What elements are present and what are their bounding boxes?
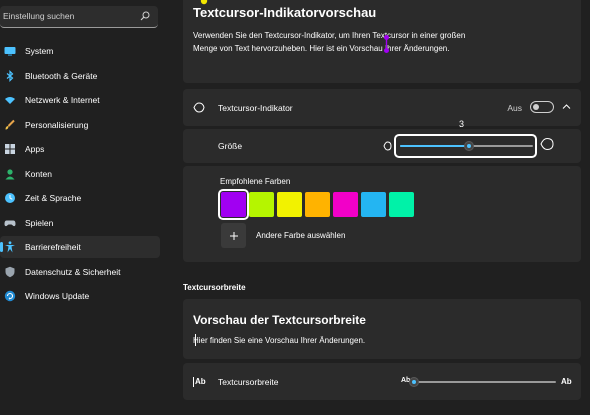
main-content: Textcursor-Indikatorvorschau Verwenden S… [183,0,581,415]
add-color-label[interactable]: Andere Farbe auswählen [256,231,345,240]
text-cursor-indicator-icon [384,35,389,53]
sidebar-item-label: System [25,46,54,56]
size-slider-value: 3 [459,119,465,129]
text-cursor-indicator-preview-card: Textcursor-Indikatorvorschau Verwenden S… [183,0,581,83]
globe-clock-icon [5,193,15,203]
preview-text: Verwenden Sie den Textcursor-Indikator, … [193,31,466,53]
indicator-label: Textcursor-Indikator [218,103,293,113]
gamepad-icon [4,220,16,226]
person-icon [5,168,15,179]
width-section-heading: Textcursorbreite [183,283,246,292]
sidebar-item-windows-update[interactable]: Windows Update [0,285,160,307]
width-preview-title: Vorschau der Textcursorbreite [193,313,366,327]
sidebar-item-time-language[interactable]: Zeit & Sprache [0,187,160,209]
sidebar-item-label: Personalisierung [25,119,89,130]
search-icon[interactable] [140,11,150,21]
shield-icon [5,266,15,277]
sidebar-item-label: Barrierefreiheit [25,242,81,252]
toggle-state-label: Aus [507,103,522,113]
cursor-width-slider-thumb[interactable] [409,377,419,387]
sidebar-item-label: Konten [25,168,52,179]
sidebar-item-label: Apps [25,144,45,154]
sidebar-item-system[interactable]: System [0,40,160,62]
sidebar-item-privacy-security[interactable]: Datenschutz & Sicherheit [0,261,160,283]
size-slider-fill [400,145,470,147]
chevron-up-icon[interactable] [562,103,571,110]
sidebar-item-accounts[interactable]: Konten [0,163,160,185]
cursor-width-slider[interactable] [409,377,556,387]
color-swatch[interactable] [218,189,249,220]
accessibility-icon [5,241,15,253]
plus-icon [229,231,238,240]
sidebar-item-bluetooth[interactable]: Bluetooth & Geräte [0,65,160,87]
sidebar-item-label: Netzwerk & Internet [25,95,100,105]
width-preview-text: Hier finden Sie eine Vorschau Ihrer Ände… [193,336,366,345]
color-swatch[interactable] [333,192,358,217]
color-swatch[interactable] [249,192,274,217]
text-cursor-width-icon: Ab [193,377,206,387]
sidebar-item-label: Zeit & Sprache [25,193,82,203]
sidebar-item-accessibility[interactable]: Barrierefreiheit [0,236,160,258]
monitor-icon [4,47,16,56]
apps-icon [5,144,15,154]
color-swatch[interactable] [277,192,302,217]
cursor-width-row: Ab Textcursorbreite Ab Ab [183,363,581,400]
size-slider-focus-box [394,134,537,158]
search-input[interactable] [0,6,140,26]
recommended-colors-label: Empfohlene Farben [220,177,291,186]
thick-cursor-icon: Ab [561,377,572,386]
toggle-knob [533,104,539,110]
color-swatch[interactable] [361,192,386,217]
sidebar-item-personalization[interactable]: Personalisierung [0,114,160,136]
sidebar-item-label: Bluetooth & Geräte [25,70,98,81]
sidebar-item-network[interactable]: Netzwerk & Internet [0,89,160,111]
recommended-colors-card: Empfohlene Farben Andere Farbe auswählen [183,166,581,262]
search-box[interactable] [0,6,158,28]
indicator-drop-icon [193,102,205,113]
large-indicator-icon [540,137,554,151]
update-icon [4,290,16,302]
size-slider[interactable] [400,141,533,151]
sidebar: System Bluetooth & Geräte Netzwerk & Int… [0,0,162,415]
cursor-width-label: Textcursorbreite [218,377,279,387]
small-indicator-icon [383,141,392,151]
sidebar-item-label: Datenschutz & Sicherheit [25,266,121,277]
size-label: Größe [218,141,243,151]
color-swatch[interactable] [305,192,330,217]
wifi-icon [5,97,15,104]
sidebar-item-apps[interactable]: Apps [0,138,160,160]
sidebar-item-gaming[interactable]: Spielen [0,212,160,234]
text-cursor-indicator-row[interactable]: Textcursor-Indikator Aus [183,89,581,126]
preview-title: Textcursor-Indikatorvorschau [193,5,377,20]
sidebar-nav: System Bluetooth & Geräte Netzwerk & Int… [0,40,160,310]
color-swatch[interactable] [389,192,414,217]
color-swatches [218,189,414,220]
brush-icon [5,119,15,129]
size-slider-thumb[interactable] [464,141,475,151]
indicator-toggle[interactable] [530,101,554,113]
add-color-button[interactable] [221,223,246,248]
bluetooth-icon [6,69,14,82]
sidebar-item-label: Spielen [25,217,54,228]
sidebar-item-label: Windows Update [25,291,90,301]
size-row: Größe 3 [183,119,581,163]
cursor-width-preview-card: Vorschau der Textcursorbreite Hier finde… [183,299,581,359]
